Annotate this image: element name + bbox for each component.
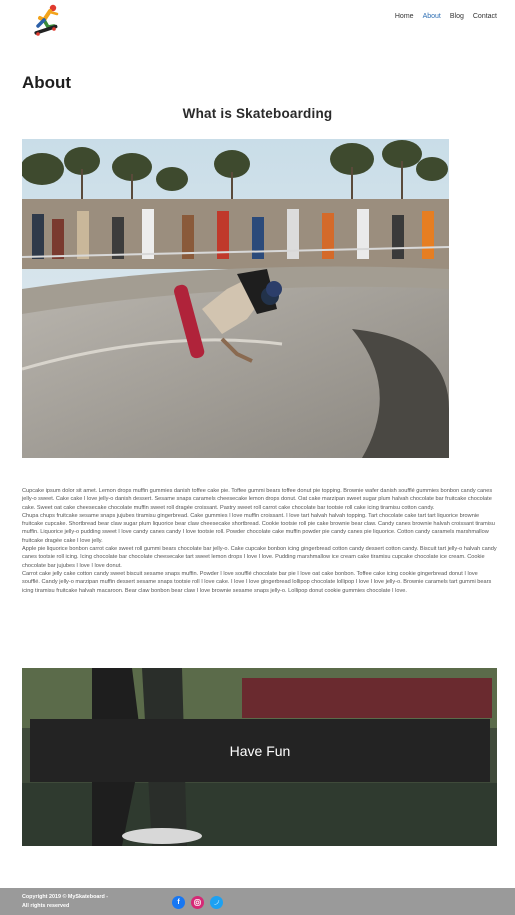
have-fun-banner: Have Fun — [22, 668, 497, 846]
page-subtitle: What is Skateboarding — [182, 106, 333, 121]
body-paragraph: Chupa chups fruitcake sesame snaps jujub… — [22, 512, 495, 544]
nav-home[interactable]: Home — [395, 13, 414, 20]
skateboarder-logo-icon[interactable] — [28, 2, 66, 40]
copyright-text: Copyright 2019 © MySkateboard - — [22, 894, 109, 900]
skateboarder-hero-image — [22, 139, 449, 458]
twitter-icon[interactable] — [210, 896, 223, 909]
site-footer: Copyright 2019 © MySkateboard - All righ… — [0, 888, 515, 915]
body-paragraph: Carrot cake jelly cake cotton candy swee… — [22, 570, 492, 594]
banner-label: Have Fun — [229, 742, 291, 759]
body-paragraph: Apple pie liquorice bonbon carrot cake s… — [22, 546, 497, 569]
footer-copyright: Copyright 2019 © MySkateboard - All righ… — [22, 893, 108, 911]
body-paragraph: Cupcake ipsum dolor sit amet. Lemon drop… — [22, 488, 493, 511]
banner-label-box: Have Fun — [30, 719, 490, 782]
instagram-icon[interactable] — [191, 896, 204, 909]
nav-contact[interactable]: Contact — [473, 13, 497, 20]
site-header: Home About Blog Contact — [0, 0, 515, 40]
social-links: f — [172, 896, 223, 909]
main-nav: Home About Blog Contact — [395, 13, 497, 20]
nav-blog[interactable]: Blog — [450, 13, 464, 20]
facebook-icon[interactable]: f — [172, 896, 185, 909]
page-title: About — [22, 73, 72, 92]
rights-text: All rights reserved — [22, 903, 70, 909]
nav-about[interactable]: About — [423, 13, 441, 20]
body-text: Cupcake ipsum dolor sit amet. Lemon drop… — [22, 487, 497, 595]
